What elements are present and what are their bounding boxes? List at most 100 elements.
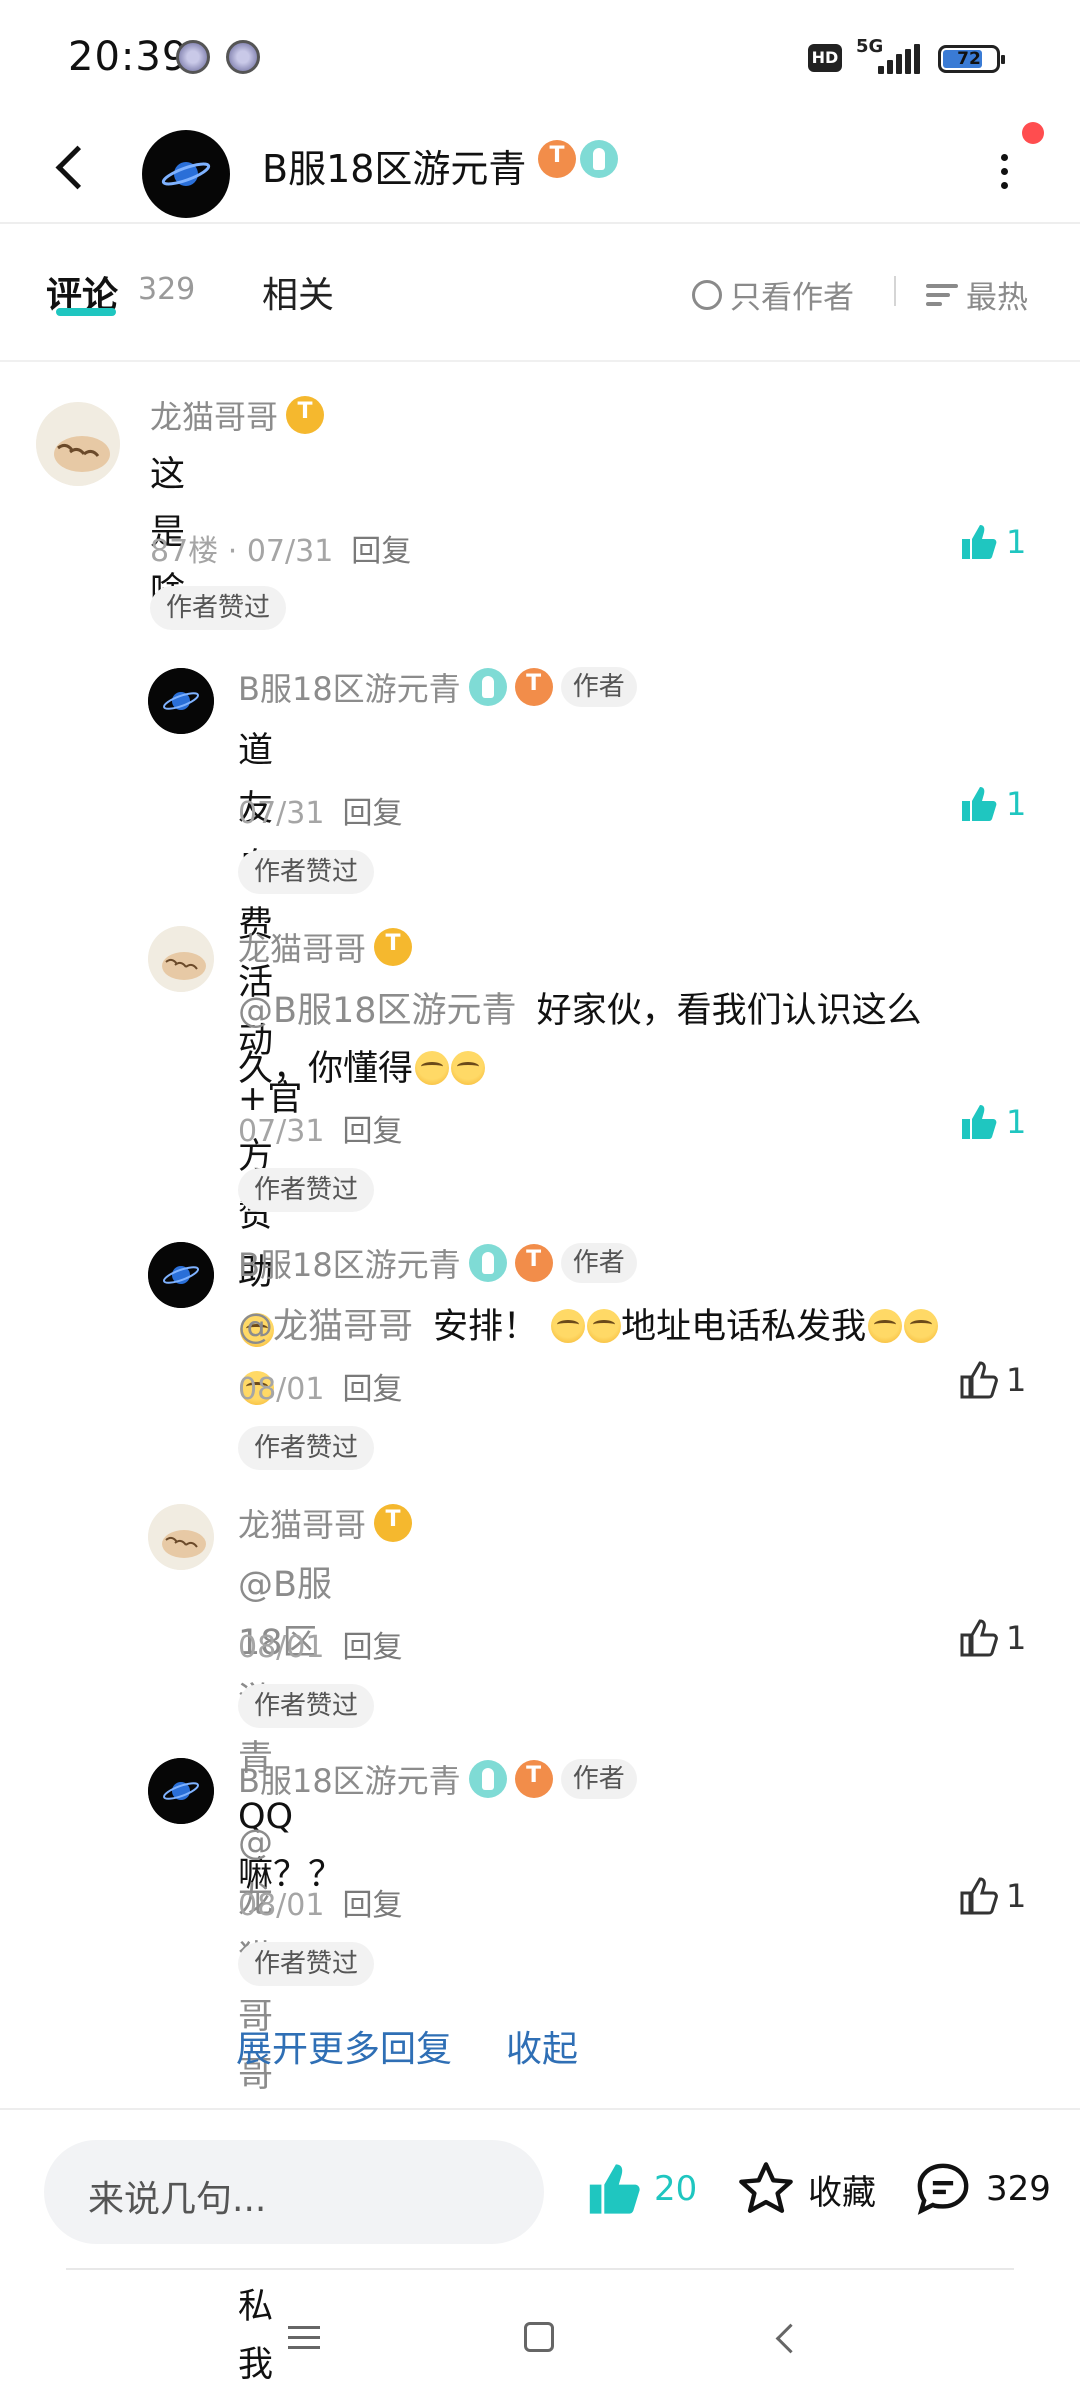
mention-link[interactable]: @B服18区游元青 [238,991,517,1031]
emoji-icon [551,1309,586,1343]
top-app-bar: B服18区游元青 [0,110,1080,224]
emoji-icon [451,1051,486,1085]
user-avatar[interactable] [148,1504,214,1570]
thumbs-up-icon [962,1105,997,1139]
status-bar: 20:39 HD 5G 72 [0,0,1080,110]
level-badge-icon [286,396,325,434]
comment-text: @龙猫哥哥 安排！ 地址电话私发我 [238,1298,1018,1356]
thumbs-up-icon [589,2164,640,2214]
comment-author[interactable]: B服18区游元青 作者 [238,664,637,710]
thumbs-up-icon [962,787,997,821]
signal-icon [878,44,920,74]
comment-input[interactable]: 来说几句... [44,2140,544,2244]
divider [66,2268,1014,2270]
author-liked-badge: 作者赞过 [238,1942,375,1986]
like-button[interactable]: 1 [958,1876,1026,1916]
like-button[interactable]: 1 [958,784,1026,824]
comment-tabs: 评论 329 相关 只看作者 最热 [0,226,1080,362]
comment-meta: 07/31 回复 [238,796,403,831]
system-nav-bar [0,2280,1080,2400]
author-only-toggle[interactable]: 只看作者 [692,272,854,317]
system-back-button[interactable] [770,2322,802,2354]
comment-author[interactable]: 龙猫哥哥 [238,924,413,970]
level-badge-icon [514,1760,553,1798]
author-liked-badge: 作者赞过 [238,1426,375,1470]
comment-meta: 08/01 回复 [238,1630,403,1665]
active-tab-indicator [56,308,116,316]
like-button[interactable]: 1 [958,522,1026,562]
comment-meta: 87楼 · 07/31 回复 [150,534,412,569]
page: 20:39 HD 5G 72 B服18区游元青 评论 [0,0,1080,2400]
comment-author[interactable]: 龙猫哥哥 [238,1500,413,1546]
comments-button[interactable]: 329 [912,2160,1051,2218]
comment-count: 329 [138,272,196,307]
emoji-icon [904,1309,939,1343]
user-avatar[interactable] [148,926,214,992]
author-liked-badge: 作者赞过 [238,1168,375,1212]
comment-author[interactable]: 龙猫哥哥 [150,392,325,438]
user-avatar[interactable] [148,668,214,734]
author-liked-badge: 作者赞过 [238,1684,375,1728]
collapse-link[interactable]: 收起 [506,2020,578,2072]
mention-link[interactable]: @B服18区游元青 [238,1565,332,1779]
comment-meta: 07/31 回复 [238,1114,403,1149]
page-title: B服18区游元青 [262,147,527,191]
tab-related[interactable]: 相关 [262,266,334,318]
like-button[interactable]: 1 [958,1102,1026,1142]
author-avatar[interactable] [142,130,230,218]
level-badge-icon [514,1244,553,1282]
comment-bubble-icon [917,2163,969,2215]
comment-count-bottom: 329 [986,2169,1051,2209]
battery-icon: 72 [938,45,1005,73]
reply-button[interactable]: 回复 [342,1372,402,1407]
emoji-icon [415,1051,450,1085]
bottle-badge-icon [468,1760,507,1798]
reply-button[interactable]: 回复 [342,1114,402,1149]
favorite-button[interactable]: 收藏 [736,2160,876,2218]
author-liked-badge: 作者赞过 [150,586,287,630]
user-avatar[interactable] [36,402,120,486]
thumbs-up-icon [960,1877,998,1915]
like-button[interactable]: 1 [958,1618,1026,1658]
expand-more-replies-link[interactable]: 展开更多回复 [236,2020,452,2072]
comment-author[interactable]: B服18区游元青 作者 [238,1756,637,1802]
emoji-icon [587,1309,622,1343]
sort-label: 最热 [966,280,1028,316]
comment-text: @B服18区游元青 好家伙，看我们认识这么 久，你懂得 [238,991,922,1089]
notification-dot [1022,122,1044,144]
reply-button[interactable]: 回复 [351,534,411,569]
home-button[interactable] [524,2322,554,2352]
thumbs-up-icon [960,1619,998,1657]
bottle-badge-icon [468,1244,507,1282]
status-time: 20:39 [68,34,189,80]
reply-button[interactable]: 回复 [342,1630,402,1665]
reply-button[interactable]: 回复 [342,796,402,831]
reply-button[interactable]: 回复 [342,1888,402,1923]
star-icon [739,2162,793,2213]
more-options-button[interactable] [984,146,1024,198]
user-avatar[interactable] [148,1758,214,1824]
author-tag: 作者 [560,1243,637,1283]
thumbs-up-icon [960,1361,998,1399]
thumbs-up-icon [962,525,997,559]
battery-level: 72 [957,49,981,69]
mention-link[interactable]: @龙猫哥哥 [238,1307,413,1347]
user-avatar[interactable] [148,1242,214,1308]
comment-meta: 08/01 回复 [238,1888,403,1923]
notification-icon [176,40,210,74]
like-post-button[interactable]: 20 [582,2160,697,2218]
like-button[interactable]: 1 [958,1360,1026,1400]
hd-icon: HD [808,44,842,72]
author-liked-badge: 作者赞过 [238,850,375,894]
author-tag: 作者 [560,1759,637,1799]
recents-button[interactable] [288,2324,320,2352]
sort-button[interactable]: 最热 [926,272,1028,317]
author-tag: 作者 [560,667,637,707]
comment-author[interactable]: B服18区游元青 作者 [238,1240,637,1286]
bottle-badge-icon [580,140,618,178]
sort-icon [926,280,958,310]
back-button[interactable] [44,132,104,202]
level-badge-icon [374,928,413,966]
like-count: 20 [654,2169,698,2209]
bottle-badge-icon [468,668,507,706]
